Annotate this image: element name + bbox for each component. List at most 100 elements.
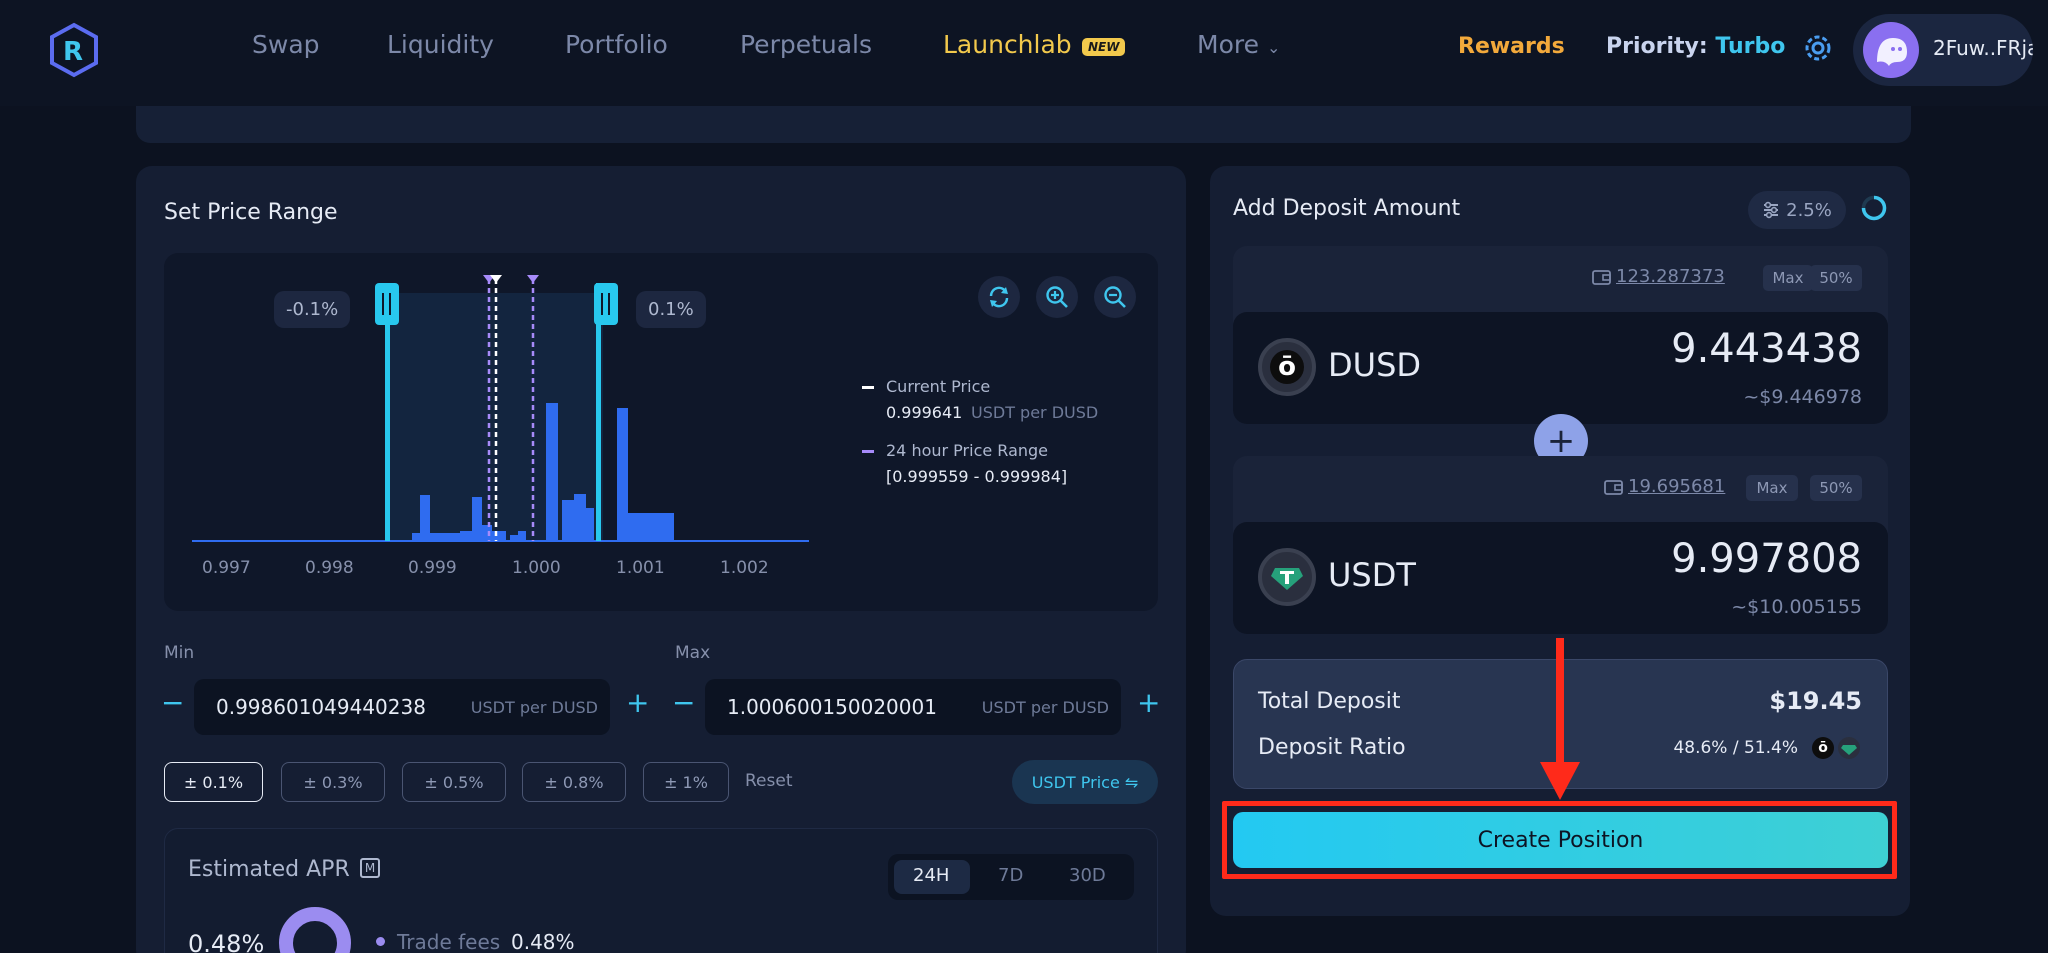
token-b-balance[interactable]: 19.695681	[1628, 476, 1725, 497]
max-increment-button[interactable]: +	[1137, 686, 1160, 719]
priority-selector[interactable]: Priority: Turbo	[1606, 34, 1785, 59]
zoom-out-icon	[1104, 286, 1126, 308]
token-a-usd: ~$9.446978	[1743, 386, 1862, 408]
upper-range-pct: 0.1%	[636, 291, 706, 328]
dusd-glyph: ō	[1270, 350, 1304, 384]
nav-launchlab[interactable]: Launchlab	[943, 30, 1072, 59]
apr-mode-badge[interactable]: M	[360, 858, 380, 878]
dusd-mini-icon: ō	[1812, 737, 1834, 759]
range-chip-0-8[interactable]: ± 0.8%	[522, 762, 626, 802]
refresh-icon	[989, 286, 1009, 308]
token-a-balance[interactable]: 123.287373	[1616, 266, 1725, 287]
tab-24h[interactable]: 24H	[913, 865, 949, 886]
range-24h-high-marker	[527, 275, 539, 283]
max-price-input[interactable]: 1.000600150020001 USDT per DUSD	[705, 679, 1121, 735]
nav-liquidity[interactable]: Liquidity	[387, 30, 494, 59]
legend-current-unit: USDT per DUSD	[971, 403, 1099, 422]
token-b-symbol[interactable]: USDT	[1328, 556, 1416, 594]
token-b-amount[interactable]: 9.997808	[1560, 536, 1862, 582]
dusd-token-icon: ō	[1258, 338, 1316, 396]
liquidity-bar	[460, 531, 472, 541]
x-tick: 0.997	[202, 558, 251, 578]
liquidity-bar	[472, 497, 482, 541]
total-deposit-label: Total Deposit	[1258, 689, 1401, 714]
token-b-half-button[interactable]: 50%	[1810, 475, 1862, 501]
rewards-link[interactable]: Rewards	[1458, 34, 1565, 59]
slippage-button[interactable]: 2.5%	[1748, 191, 1846, 229]
x-tick: 1.000	[512, 558, 561, 578]
usdt-price-toggle[interactable]: USDT Price ⇋	[1012, 760, 1158, 804]
avatar	[1863, 22, 1919, 78]
tether-icon	[1271, 568, 1303, 590]
min-increment-button[interactable]: +	[626, 686, 649, 719]
liquidity-bar	[482, 525, 492, 541]
tab-7d[interactable]: 7D	[998, 865, 1023, 886]
deposit-title: Add Deposit Amount	[1233, 196, 1461, 221]
zoom-in-button[interactable]	[1036, 276, 1078, 318]
annotation-highlight-box	[1222, 801, 1897, 879]
range-chip-0-5[interactable]: ± 0.5%	[402, 762, 506, 802]
liquidity-bar	[546, 403, 558, 541]
annotation-arrow-head	[1540, 762, 1580, 800]
tab-30d[interactable]: 30D	[1069, 865, 1106, 886]
liquidity-bar	[518, 531, 526, 541]
min-decrement-button[interactable]: −	[161, 686, 184, 719]
x-tick: 0.998	[305, 558, 354, 578]
sliders-icon	[1764, 201, 1779, 219]
usdt-mini-icon	[1838, 737, 1860, 759]
svg-text:R: R	[63, 37, 83, 67]
wallet-address: 2Fuw..FRja	[1933, 36, 2033, 60]
legend-current-label: Current Price	[886, 377, 991, 396]
nav-perpetuals[interactable]: Perpetuals	[740, 30, 872, 59]
max-label: Max	[675, 643, 711, 663]
refresh-button[interactable]	[978, 276, 1020, 318]
legend-range-label: 24 hour Price Range	[886, 441, 1049, 460]
nav-swap[interactable]: Swap	[252, 30, 320, 59]
nav-more[interactable]: More ⌄	[1197, 30, 1280, 59]
zoom-in-icon	[1046, 286, 1068, 308]
max-decrement-button[interactable]: −	[672, 686, 695, 719]
upper-range-handle[interactable]	[594, 283, 618, 325]
token-a-max-button[interactable]: Max	[1763, 265, 1813, 291]
range-chip-0-1[interactable]: ± 0.1%	[164, 762, 263, 802]
wallet-button[interactable]: 2Fuw..FRja	[1853, 14, 2033, 86]
priority-label: Priority:	[1606, 34, 1708, 59]
min-price-input[interactable]: 0.998601049440238 USDT per DUSD	[194, 679, 610, 735]
liquidity-bar	[420, 495, 430, 541]
raydium-logo-icon[interactable]: R	[46, 22, 102, 78]
legend-current-swatch	[862, 386, 874, 389]
x-tick: 1.002	[720, 558, 769, 578]
wallet-icon	[1592, 270, 1611, 285]
liquidity-bar	[510, 535, 518, 541]
liquidity-bar	[586, 508, 594, 541]
x-tick: 1.001	[616, 558, 665, 578]
liquidity-bar	[617, 408, 628, 541]
trade-fees-dot	[376, 937, 385, 946]
trade-fees-value: 0.48%	[511, 930, 575, 953]
token-a-half-button[interactable]: 50%	[1810, 265, 1862, 291]
nav-more-label: More	[1197, 30, 1259, 59]
slippage-value: 2.5%	[1786, 199, 1832, 221]
nav-portfolio[interactable]: Portfolio	[565, 30, 668, 59]
token-a-amount[interactable]: 9.443438	[1560, 326, 1862, 372]
token-a-symbol[interactable]: DUSD	[1328, 346, 1421, 384]
min-price-unit: USDT per DUSD	[470, 698, 598, 717]
token-b-max-button[interactable]: Max	[1746, 475, 1798, 501]
legend-range-value: [0.999559 - 0.999984]	[886, 467, 1068, 486]
zoom-out-button[interactable]	[1094, 276, 1136, 318]
lower-range-handle[interactable]	[375, 283, 399, 325]
liquidity-bar	[562, 500, 574, 541]
max-price-value: 1.000600150020001	[727, 695, 937, 719]
gear-icon[interactable]	[1800, 30, 1836, 66]
range-chip-1[interactable]: ± 1%	[643, 762, 729, 802]
price-range-title: Set Price Range	[164, 200, 338, 225]
loading-spinner-icon	[1861, 195, 1887, 221]
liquidity-bar	[628, 513, 674, 541]
annotation-arrow-shaft	[1556, 638, 1564, 764]
range-chip-0-3[interactable]: ± 0.3%	[281, 762, 385, 802]
liquidity-bar	[574, 494, 586, 541]
chevron-down-icon: ⌄	[1266, 38, 1281, 57]
deposit-ratio-label: Deposit Ratio	[1258, 735, 1406, 760]
reset-button[interactable]: Reset	[745, 771, 793, 791]
trade-fees-label: Trade fees	[397, 930, 501, 953]
